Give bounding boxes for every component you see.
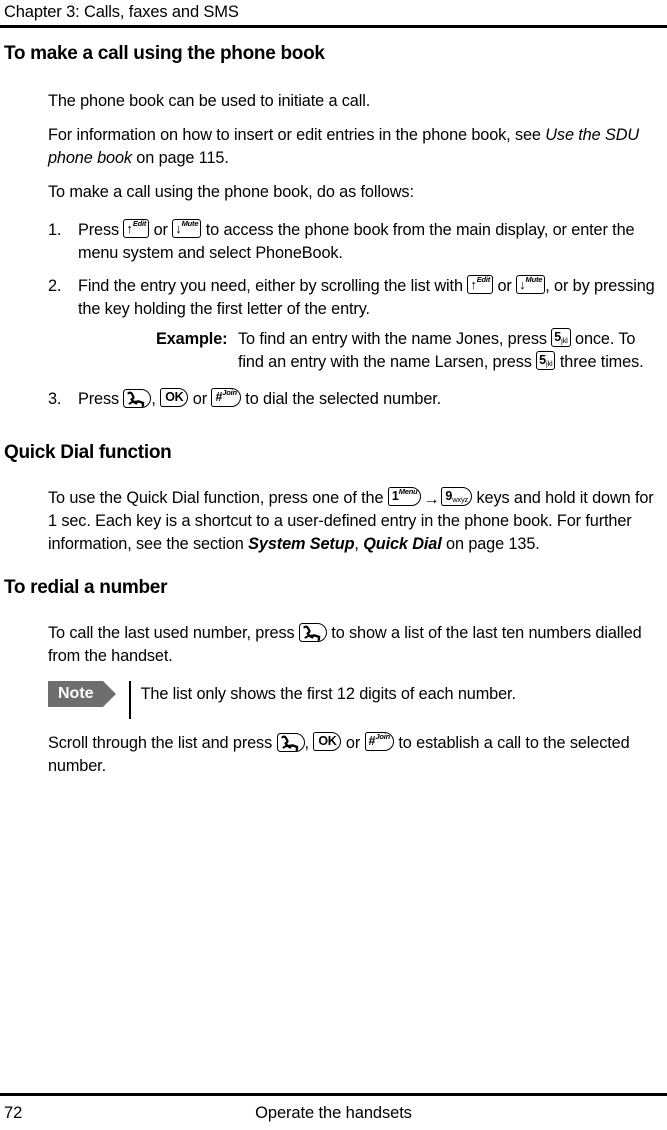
key-glyph: # — [215, 390, 223, 404]
heading-make-call-phone-book: To make a call using the phone book — [4, 43, 325, 64]
example-label: Example: — [156, 330, 228, 348]
header-rule — [0, 25, 667, 28]
text: To make a call using the phone book, do … — [48, 183, 414, 201]
text: on page 115. — [131, 149, 229, 167]
text: three times. — [555, 353, 644, 371]
text: Press — [78, 390, 124, 408]
down-mute-key-icon: ↓Mute — [172, 219, 202, 238]
text: to dial the selected number. — [240, 390, 442, 408]
five-jkl-key-icon: 5jkl — [551, 328, 571, 347]
text: , — [304, 734, 314, 752]
key-sublabel: Mute — [525, 275, 543, 284]
paragraph-phonebook-reference: For information on how to insert or edit… — [0, 124, 667, 170]
up-edit-key-icon: ↑Edit — [123, 219, 150, 238]
text: , — [151, 390, 161, 408]
key-sublabel: Menu — [398, 487, 418, 496]
text: To call the last used number, press — [48, 624, 299, 642]
ok-key-icon: OK — [313, 732, 342, 751]
text: Find the entry you need, either by scrol… — [78, 277, 468, 295]
footer-running-title: Operate the handsets — [255, 1104, 412, 1122]
hash-join-key-icon: #Join — [364, 732, 394, 751]
list-item: 1. Press ↑Edit or ↓Mute to access the pho… — [0, 219, 667, 265]
note-badge-arrow-icon — [102, 681, 116, 707]
call-handset-key-icon — [298, 623, 327, 642]
cross-reference-section: System Setup — [248, 535, 355, 553]
key-sublabel: Mute — [181, 219, 199, 228]
page-footer: 72 Operate the handsets — [0, 1093, 667, 1130]
nine-wxyz-key-icon: 9wxyz — [441, 487, 473, 506]
procedure-list: 1. Press ↑Edit or ↓Mute to access the pho… — [0, 219, 667, 411]
text: To use the Quick Dial function, press on… — [48, 489, 388, 507]
key-sublabel: Edit — [132, 219, 147, 228]
up-edit-key-icon: ↑Edit — [467, 275, 494, 294]
five-jkl-key-icon: 5jkl — [536, 351, 556, 370]
heading-quick-dial: Quick Dial function — [4, 442, 172, 463]
paragraph-quick-dial: To use the Quick Dial function, press on… — [0, 487, 667, 556]
key-sublabel: Join — [375, 732, 390, 741]
key-glyph: 5 — [539, 353, 546, 367]
key-sublabel: jkl — [545, 359, 553, 368]
step-number: 3. — [48, 390, 62, 408]
step-number: 2. — [48, 277, 62, 295]
text: , — [354, 535, 364, 553]
note-block: Note The list only shows the first 12 di… — [0, 681, 667, 719]
key-sublabel: wxyz — [452, 495, 469, 504]
note-text: The list only shows the first 12 digits … — [140, 685, 516, 703]
text: or — [188, 390, 212, 408]
cross-reference-subsection: Quick Dial — [363, 535, 442, 553]
heading-redial: To redial a number — [4, 577, 168, 598]
chapter-title: Chapter 3: Calls, faxes and SMS — [4, 3, 239, 21]
paragraph-redial-closing: Scroll through the list and press , OK o… — [0, 732, 667, 778]
page-header: Chapter 3: Calls, faxes and SMS — [0, 0, 667, 28]
text: The phone book can be used to initiate a… — [48, 92, 371, 110]
down-mute-key-icon: ↓Mute — [516, 275, 546, 294]
paragraph-procedure-lead-in: To make a call using the phone book, do … — [0, 181, 667, 204]
range-arrow-icon: → — [423, 491, 440, 508]
key-sublabel: Join — [222, 388, 237, 397]
paragraph-phonebook-intro: The phone book can be used to initiate a… — [0, 90, 667, 113]
step-number: 1. — [48, 221, 62, 239]
text: or — [493, 277, 517, 295]
key-sublabel: jkl — [561, 336, 568, 345]
call-handset-key-icon — [276, 733, 305, 752]
page-content: To make a call using the phone book The … — [0, 42, 667, 778]
text: on page 135. — [441, 535, 540, 553]
call-handset-key-icon — [123, 389, 152, 408]
key-glyph: 1 — [391, 489, 399, 503]
text: Press — [78, 221, 124, 239]
key-glyph: # — [368, 734, 376, 748]
example-block: Example: To find an entry with the name J… — [78, 328, 661, 374]
text: To find an entry with the name Jones, pr… — [238, 330, 552, 348]
text: or — [149, 221, 173, 239]
list-item: 3. Press , OK or #Join to dial the select… — [0, 388, 667, 411]
hash-join-key-icon: #Join — [211, 388, 241, 407]
key-sublabel: Edit — [476, 275, 491, 284]
paragraph-redial: To call the last used number, press to s… — [0, 622, 667, 668]
one-menu-key-icon: 1Menu — [387, 487, 422, 506]
text: Scroll through the list and press — [48, 734, 277, 752]
manual-page: Chapter 3: Calls, faxes and SMS To make … — [0, 0, 667, 1130]
text: or — [341, 734, 365, 752]
note-badge-label: Note — [58, 685, 94, 702]
list-item: 2. Find the entry you need, either by scr… — [0, 275, 667, 374]
ok-key-icon: OK — [160, 388, 189, 407]
note-badge: Note — [48, 681, 116, 707]
text: For information on how to insert or edit… — [48, 126, 546, 144]
